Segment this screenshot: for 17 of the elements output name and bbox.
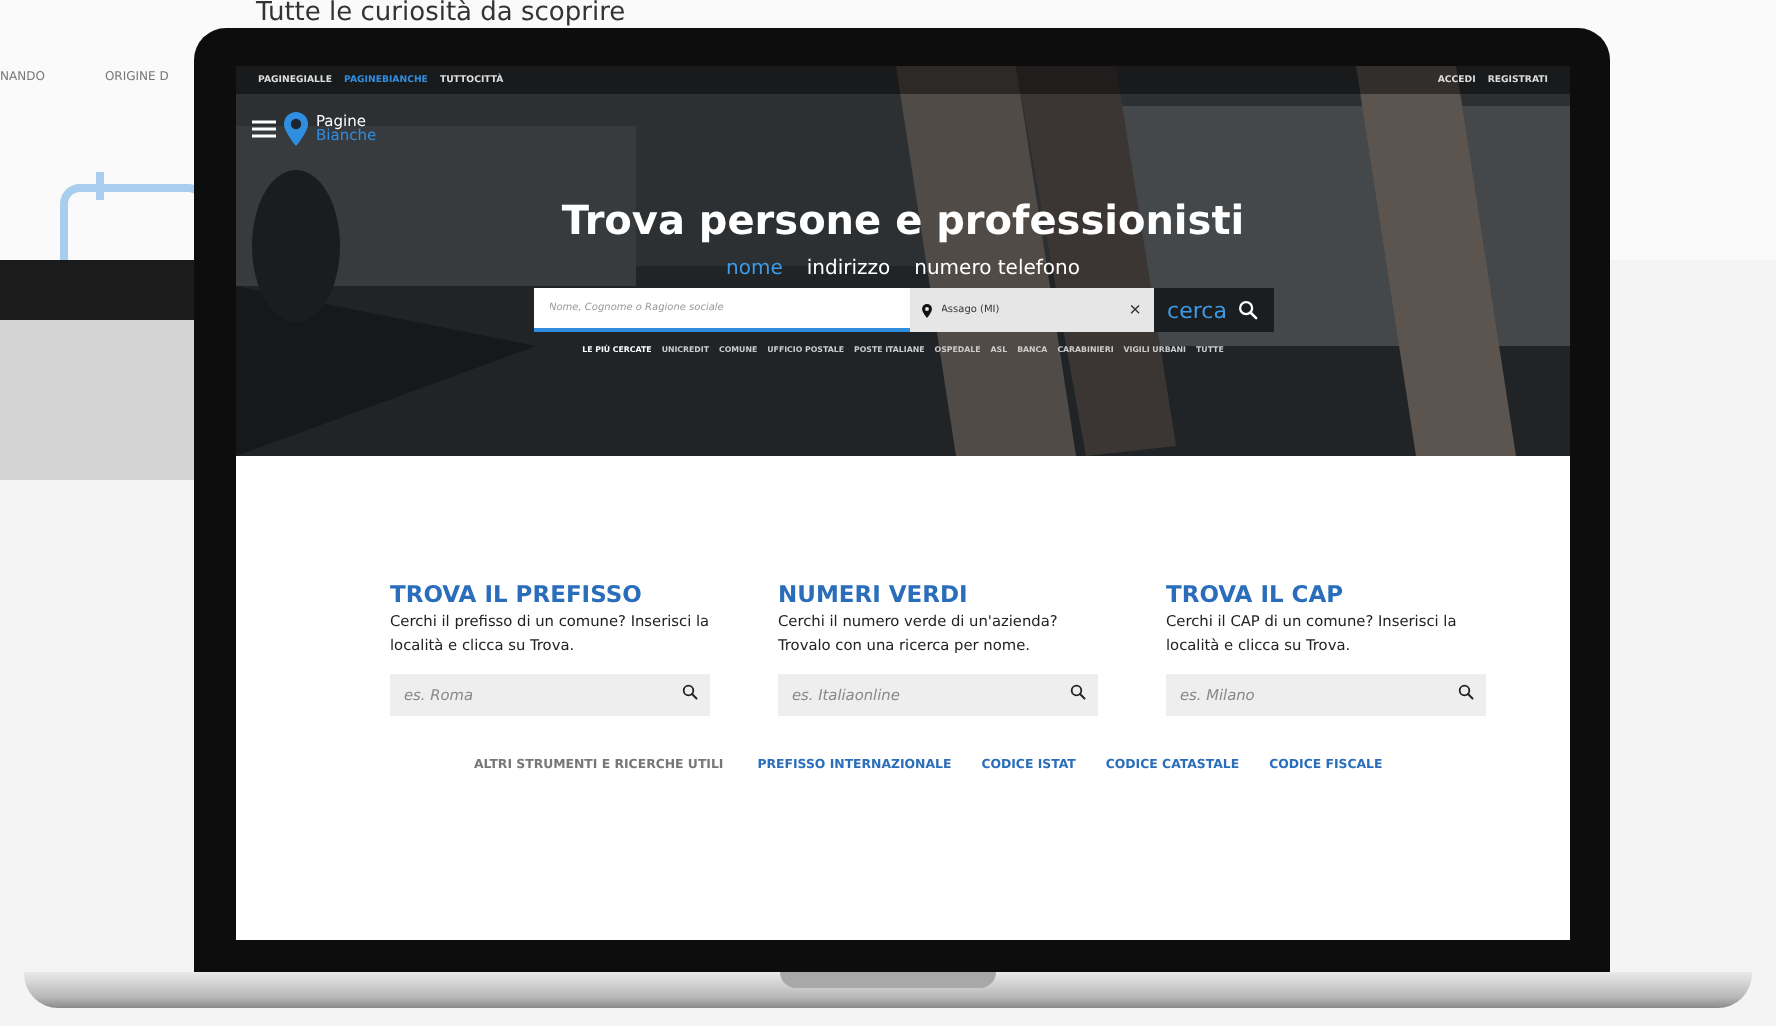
search-icon [682, 683, 698, 699]
hero-title: Trova persone e professionisti [559, 196, 1247, 244]
search-button[interactable]: cerca [1153, 288, 1273, 332]
clear-button[interactable]: × [1129, 299, 1141, 321]
tool-title: TROVA IL CAP [1166, 580, 1346, 608]
tool-title: TROVA IL PREFISSO [390, 580, 644, 608]
menu-icon[interactable] [252, 119, 276, 137]
calendar-icon [60, 172, 200, 260]
search-icon [1458, 683, 1474, 699]
tool-title: NUMERI VERDI [778, 580, 970, 608]
search-mode-tab[interactable]: nome [726, 258, 783, 280]
location-pin-icon [284, 111, 308, 145]
location-pin-icon [921, 303, 931, 317]
search-icon [1070, 683, 1086, 699]
search-mode-tab[interactable]: indirizzo [806, 258, 891, 280]
search-mode-tab[interactable]: numero telefono [914, 258, 1080, 280]
search-icon [1238, 300, 1259, 320]
